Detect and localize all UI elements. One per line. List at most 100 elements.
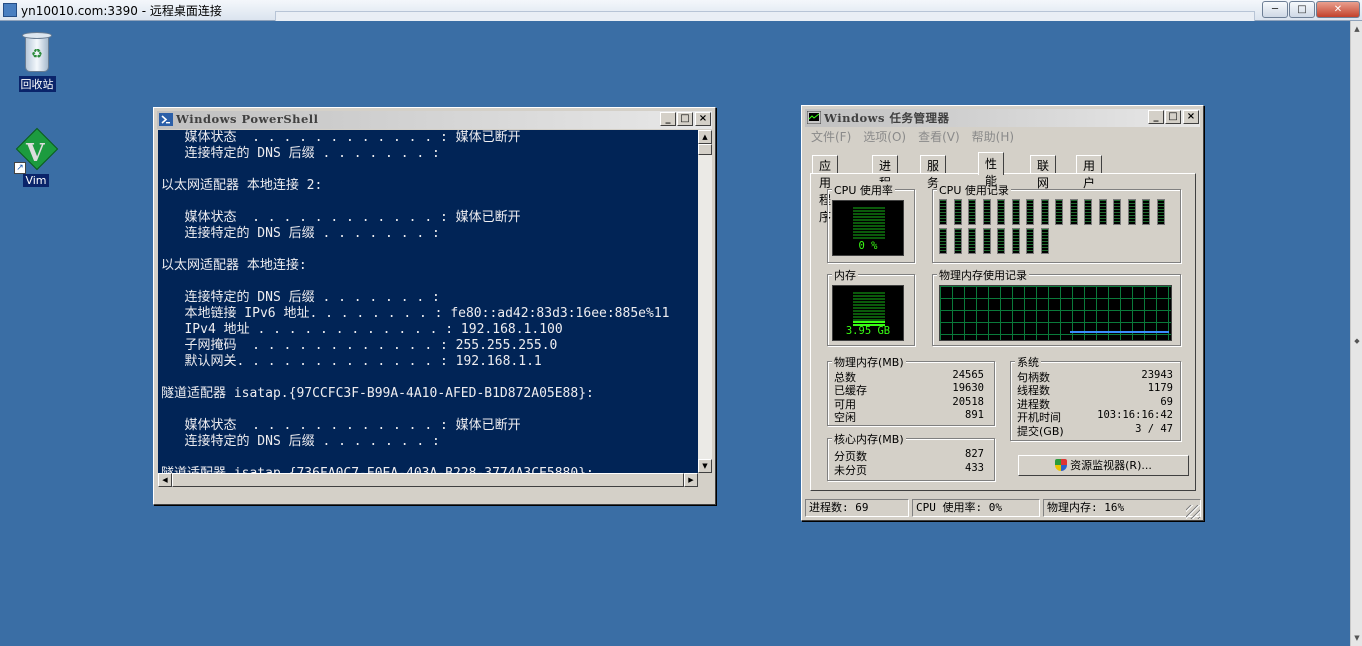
cpu-core-history	[953, 228, 962, 254]
status-cpu: CPU 使用率: 0%	[912, 499, 1040, 517]
cpu-core-history	[968, 228, 976, 254]
console-scroll-right-icon[interactable]: ▶	[684, 473, 698, 487]
ps-close-button[interactable]: ×	[695, 112, 711, 126]
console-horizontal-scrollbar[interactable]: ◀ ▶	[158, 473, 698, 487]
tab-performance[interactable]: 性能	[978, 152, 1005, 188]
physmem-free-row: 空闲 891	[834, 409, 984, 424]
physmem-total-row: 总数 24565	[834, 369, 984, 384]
rdp-window-title: yn10010.com:3390 - 远程桌面连接	[21, 4, 222, 18]
kernel-nonpaged-row: 未分页 433	[834, 462, 984, 477]
cpu-core-history	[997, 199, 1005, 225]
task-manager-icon	[807, 111, 821, 124]
resource-monitor-button[interactable]: 资源监视器(R)...	[1018, 455, 1189, 476]
cpu-core-history	[1040, 228, 1049, 254]
cpu-core-history	[982, 228, 991, 254]
tm-close-button[interactable]: ×	[1183, 110, 1199, 124]
console-line: 以太网适配器 本地连接:	[161, 258, 307, 273]
menu-view[interactable]: 查看(V)	[918, 128, 960, 146]
resize-grip-icon[interactable]	[1186, 505, 1200, 519]
system-commit-row: 提交(GB) 3 / 47	[1017, 423, 1173, 438]
physical-memory-label: 物理内存(MB)	[832, 354, 906, 370]
memory-history-label: 物理内存使用记录	[937, 267, 1029, 283]
powershell-titlebar[interactable]: Windows PowerShell _ □ ×	[157, 111, 712, 129]
cpu-core-history	[997, 228, 1005, 254]
tm-minimize-button[interactable]: _	[1148, 110, 1164, 124]
console-line: 连接特定的 DNS 后缀 . . . . . . . :	[161, 146, 440, 161]
task-manager-window[interactable]: Windows 任务管理器 _ □ × 文件(F) 选项(O) 查看(V) 帮助…	[801, 105, 1204, 521]
console-line: 媒体状态 . . . . . . . . . . . . : 媒体已断开	[161, 210, 521, 225]
scroll-up-icon[interactable]: ▲	[1352, 23, 1362, 35]
kernel-memory-label: 核心内存(MB)	[832, 431, 906, 447]
system-group: 系统 句柄数 23943 线程数 1179 进程数 69 开机时间 103:16:16:…	[1010, 354, 1181, 441]
tab-applications[interactable]: 应用程序	[812, 155, 839, 224]
cpu-core-history	[1142, 199, 1150, 225]
console-line: 子网掩码 . . . . . . . . . . . . : 255.255.2…	[161, 338, 558, 353]
tab-processes[interactable]: 进程	[872, 155, 899, 190]
rdp-maximize-button[interactable]: □	[1289, 1, 1315, 18]
console-scroll-left-icon[interactable]: ◀	[158, 473, 172, 487]
console-line: 媒体状态 . . . . . . . . . . . . : 媒体已断开	[161, 418, 521, 433]
console-vertical-scrollbar[interactable]: ▲ ▼	[698, 130, 712, 473]
recycle-bin-shortcut[interactable]: ♻ 回收站	[7, 30, 67, 92]
console-scroll-up-icon[interactable]: ▲	[698, 130, 712, 144]
taskmgr-titlebar[interactable]: Windows 任务管理器 _ □ ×	[805, 109, 1200, 127]
tab-services[interactable]: 服务	[920, 155, 947, 190]
memory-label: 内存	[832, 267, 858, 283]
rdp-minimize-button[interactable]: ─	[1262, 1, 1288, 18]
cpu-core-history	[1011, 228, 1020, 254]
console-hscroll-thumb[interactable]	[172, 473, 684, 487]
cpu-core-history	[1040, 199, 1049, 225]
cpu-usage-meter: 0 %	[832, 200, 904, 256]
tab-users[interactable]: 用户	[1076, 155, 1103, 190]
cpu-core-history	[1113, 199, 1121, 225]
console-scroll-thumb[interactable]	[698, 144, 712, 155]
system-label: 系统	[1015, 354, 1041, 370]
powershell-console[interactable]: 媒体状态 . . . . . . . . . . . . : 媒体已断开 连接特…	[158, 130, 698, 487]
rdp-close-button[interactable]: ✕	[1316, 1, 1360, 18]
vim-label: Vim	[23, 174, 49, 187]
cpu-usage-value: 0 %	[858, 240, 878, 252]
console-output: 媒体状态 . . . . . . . . . . . . : 媒体已断开 连接特…	[161, 130, 669, 482]
resource-monitor-label: 资源监视器(R)...	[1070, 459, 1152, 472]
powershell-window[interactable]: Windows PowerShell _ □ × 媒体状态 . . . . . …	[153, 107, 716, 505]
cpu-core-history	[968, 199, 976, 225]
cpu-core-history	[1098, 199, 1107, 225]
scroll-down-icon[interactable]: ▼	[1352, 632, 1362, 644]
viewer-vertical-scrollbar[interactable]: ▲ ◆ ▼	[1350, 21, 1362, 646]
console-line: 默认网关. . . . . . . . . . . . . : 192.168.…	[161, 354, 542, 369]
memory-meter: 3.95 GB	[832, 285, 904, 341]
vim-icon: V ↗	[12, 127, 60, 174]
remote-desktop-icon	[3, 3, 17, 17]
menu-options[interactable]: 选项(O)	[863, 128, 906, 146]
ps-maximize-button[interactable]: □	[677, 112, 693, 126]
taskmgr-statusbar: 进程数: 69 CPU 使用率: 0% 物理内存: 16%	[805, 499, 1201, 519]
system-threads-row: 线程数 1179	[1017, 382, 1173, 397]
cpu-core-history	[939, 228, 947, 254]
cpu-core-history	[1055, 199, 1063, 225]
tm-maximize-button[interactable]: □	[1165, 110, 1181, 124]
scroll-grip-icon[interactable]: ◆	[1352, 335, 1362, 347]
cpu-history-label: CPU 使用记录	[937, 182, 1011, 198]
cpu-core-history	[1127, 199, 1136, 225]
memory-group: 内存 3.95 GB	[827, 267, 915, 346]
physmem-cached-row: 已缓存 19630	[834, 382, 984, 397]
physmem-available-row: 可用 20518	[834, 396, 984, 411]
menu-help[interactable]: 帮助(H)	[972, 128, 1014, 146]
cpu-core-history	[1011, 199, 1020, 225]
console-line: 连接特定的 DNS 后缀 . . . . . . . :	[161, 290, 440, 305]
console-line: 以太网适配器 本地连接 2:	[161, 178, 323, 193]
console-scroll-down-icon[interactable]: ▼	[698, 459, 712, 473]
cpu-core-history	[1084, 199, 1092, 225]
powershell-title: Windows PowerShell	[176, 112, 319, 126]
menu-file[interactable]: 文件(F)	[811, 128, 851, 146]
powershell-icon	[159, 113, 173, 126]
uac-shield-icon	[1055, 459, 1068, 471]
tab-networking[interactable]: 联网	[1030, 155, 1057, 190]
ps-minimize-button[interactable]: _	[660, 112, 676, 126]
vim-shortcut[interactable]: V ↗ Vim	[6, 127, 66, 187]
